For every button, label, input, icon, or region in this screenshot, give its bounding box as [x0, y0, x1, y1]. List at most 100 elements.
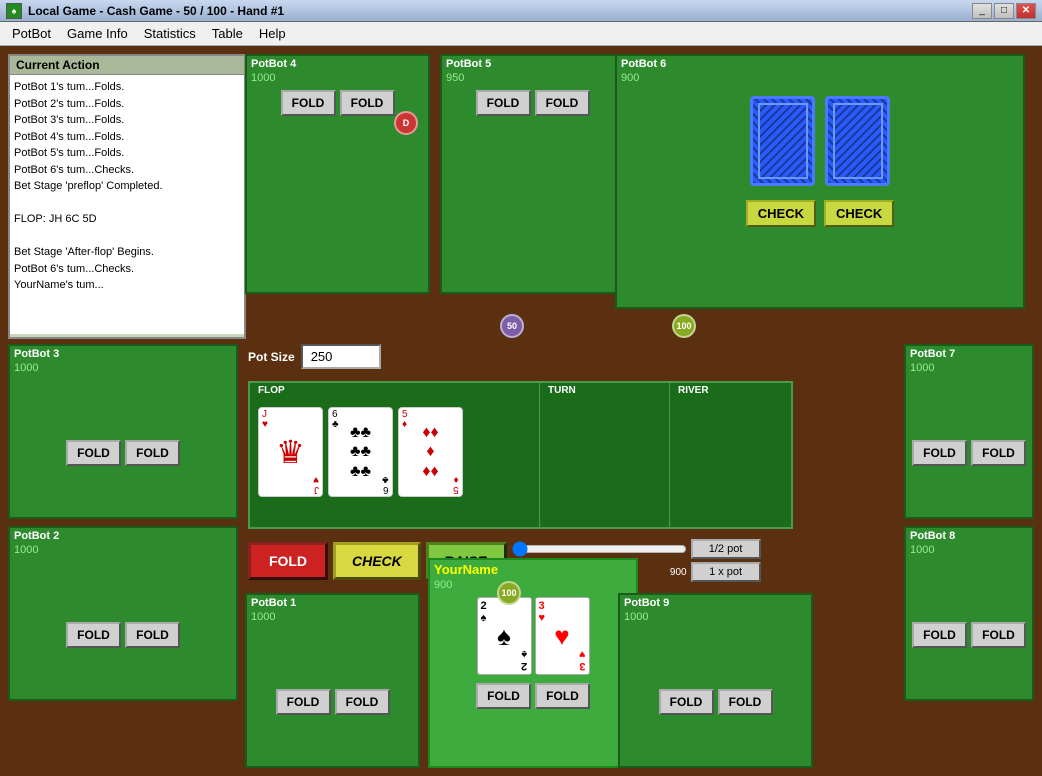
player1-name: PotBot 1 [247, 595, 418, 611]
pot-size-label: Pot Size [248, 350, 295, 364]
log-line [14, 195, 240, 212]
bet-slider[interactable] [512, 540, 687, 558]
log-line: PotBot 5's tum...Folds. [14, 145, 240, 162]
player3-chips: 1000 [10, 362, 236, 376]
action-check-button[interactable]: CHECK [333, 542, 421, 580]
window-controls: _ □ ✕ [972, 3, 1036, 19]
log-line: Bet Stage 'After-flop' Begins. [14, 244, 240, 261]
menu-potbot[interactable]: PotBot [4, 24, 59, 43]
card2-center: ♥ [554, 623, 569, 649]
menu-help[interactable]: Help [251, 24, 294, 43]
potbot4-fold-button2[interactable]: FOLD [340, 90, 395, 116]
flop-card1-top: J♥ [262, 410, 268, 430]
player3-buttons: FOLD FOLD [10, 436, 236, 470]
player6-hand [617, 86, 1023, 196]
small-blind-token: 50 [500, 314, 524, 338]
yourname-chips: 900 [430, 579, 636, 593]
potbot9-fold-button[interactable]: FOLD [659, 689, 714, 715]
yourname-fold-button[interactable]: FOLD [476, 683, 531, 709]
slider-row: 1/2 pot [512, 539, 761, 559]
flop-card3-center: ♦♦♦♦♦ [422, 423, 438, 481]
potbot4-fold-button[interactable]: FOLD [281, 90, 336, 116]
potbot2-fold-button[interactable]: FOLD [66, 622, 121, 648]
player5-name: PotBot 5 [442, 56, 623, 72]
flop-cards: J♥ ♛ J♥ 6♣ ♣♣♣♣♣♣ 6♣ 5♦ ♦♦♦♦♦ 5♦ [254, 407, 535, 497]
card2-bottom: 3♥ [579, 648, 586, 672]
minimize-button[interactable]: _ [972, 3, 992, 19]
potbot5-fold-button[interactable]: FOLD [476, 90, 531, 116]
player4-chips: 1000 [247, 72, 428, 86]
pot-token: 100 [497, 581, 521, 605]
player5-chips: 950 [442, 72, 623, 86]
yourname-fold-button2[interactable]: FOLD [535, 683, 590, 709]
potbot5-fold-button2[interactable]: FOLD [535, 90, 590, 116]
player9-name: PotBot 9 [620, 595, 811, 611]
yourname-hand: 2♠ ♠ 2♠ 3♥ ♥ 3♥ [430, 593, 636, 679]
player-panel-potbot1: PotBot 1 1000 FOLD FOLD [245, 593, 420, 768]
player6-card1 [750, 96, 815, 186]
close-button[interactable]: ✕ [1016, 3, 1036, 19]
player2-chips: 1000 [10, 544, 236, 558]
flop-card2-bottom: 6♣ [382, 474, 389, 494]
player8-name: PotBot 8 [906, 528, 1032, 544]
flop-card-2: 6♣ ♣♣♣♣♣♣ 6♣ [328, 407, 393, 497]
player1-buttons: FOLD FOLD [247, 685, 418, 719]
potbot3-fold-button2[interactable]: FOLD [125, 440, 180, 466]
player-panel-yourname: YourName 900 2♠ ♠ 2♠ 3♥ ♥ 3♥ FOLD FOLD [428, 558, 638, 768]
maximize-button[interactable]: □ [994, 3, 1014, 19]
potbot1-fold-button2[interactable]: FOLD [335, 689, 390, 715]
player7-chips: 1000 [906, 362, 1032, 376]
one-pot-button[interactable]: 1 x pot [691, 562, 761, 582]
player8-chips: 1000 [906, 544, 1032, 558]
potbot7-fold-button2[interactable]: FOLD [971, 440, 1026, 466]
potbot3-fold-button[interactable]: FOLD [66, 440, 121, 466]
action-fold-button[interactable]: FOLD [248, 542, 328, 580]
potbot1-fold-button[interactable]: FOLD [276, 689, 331, 715]
potbot2-fold-button2[interactable]: FOLD [125, 622, 180, 648]
menu-statistics[interactable]: Statistics [136, 24, 204, 43]
player-panel-potbot6: PotBot 6 900 CHECK CHECK [615, 54, 1025, 309]
potbot7-fold-button[interactable]: FOLD [912, 440, 967, 466]
log-line: PotBot 6's tum...Checks. [14, 162, 240, 179]
card1-bottom: 2♠ [521, 648, 527, 672]
log-line: Bet Stage 'preflop' Completed. [14, 178, 240, 195]
potbot8-fold-button2[interactable]: FOLD [971, 622, 1026, 648]
player8-buttons: FOLD FOLD [906, 618, 1032, 652]
log-line: PotBot 3's tum...Folds. [14, 112, 240, 129]
player6-chips: 900 [617, 72, 1023, 86]
player1-chips: 1000 [247, 611, 418, 625]
potbot6-check-button2[interactable]: CHECK [824, 200, 894, 227]
menu-game-info[interactable]: Game Info [59, 24, 136, 43]
river-section: RIVER [670, 383, 791, 527]
yourname-card1: 2♠ ♠ 2♠ [477, 597, 532, 675]
card1-center: ♠ [497, 623, 511, 649]
log-line: PotBot 2's tum...Folds. [14, 96, 240, 113]
log-line [14, 228, 240, 245]
player-panel-potbot7: PotBot 7 1000 FOLD FOLD [904, 344, 1034, 519]
potbot9-fold-button2[interactable]: FOLD [718, 689, 773, 715]
big-blind-token: 100 [672, 314, 696, 338]
half-pot-button[interactable]: 1/2 pot [691, 539, 761, 559]
log-line: PotBot 6's tum...Checks. [14, 261, 240, 278]
player6-name: PotBot 6 [617, 56, 1023, 72]
game-area: Current Action PotBot 1's tum...Folds. P… [0, 46, 1042, 776]
menu-bar: PotBot Game Info Statistics Table Help [0, 22, 1042, 46]
window-title: Local Game - Cash Game - 50 / 100 - Hand… [28, 4, 972, 18]
potbot8-fold-button[interactable]: FOLD [912, 622, 967, 648]
player9-buttons: FOLD FOLD [620, 685, 811, 719]
flop-card1-center: ♛ [276, 436, 305, 468]
player-panel-potbot8: PotBot 8 1000 FOLD FOLD [904, 526, 1034, 701]
flop-card-3: 5♦ ♦♦♦♦♦ 5♦ [398, 407, 463, 497]
player-panel-potbot9: PotBot 9 1000 FOLD FOLD [618, 593, 813, 768]
flop-card3-top: 5♦ [402, 410, 408, 430]
potbot6-check-button1[interactable]: CHECK [746, 200, 816, 227]
player7-name: PotBot 7 [906, 346, 1032, 362]
yourname-label: YourName [430, 560, 636, 579]
player9-chips: 1000 [620, 611, 811, 625]
player2-name: PotBot 2 [10, 528, 236, 544]
current-action-title: Current Action [10, 56, 244, 75]
yourname-card2: 3♥ ♥ 3♥ [535, 597, 590, 675]
flop-card3-bottom: 5♦ [453, 474, 459, 494]
flop-label: FLOP [258, 385, 285, 396]
menu-table[interactable]: Table [204, 24, 251, 43]
